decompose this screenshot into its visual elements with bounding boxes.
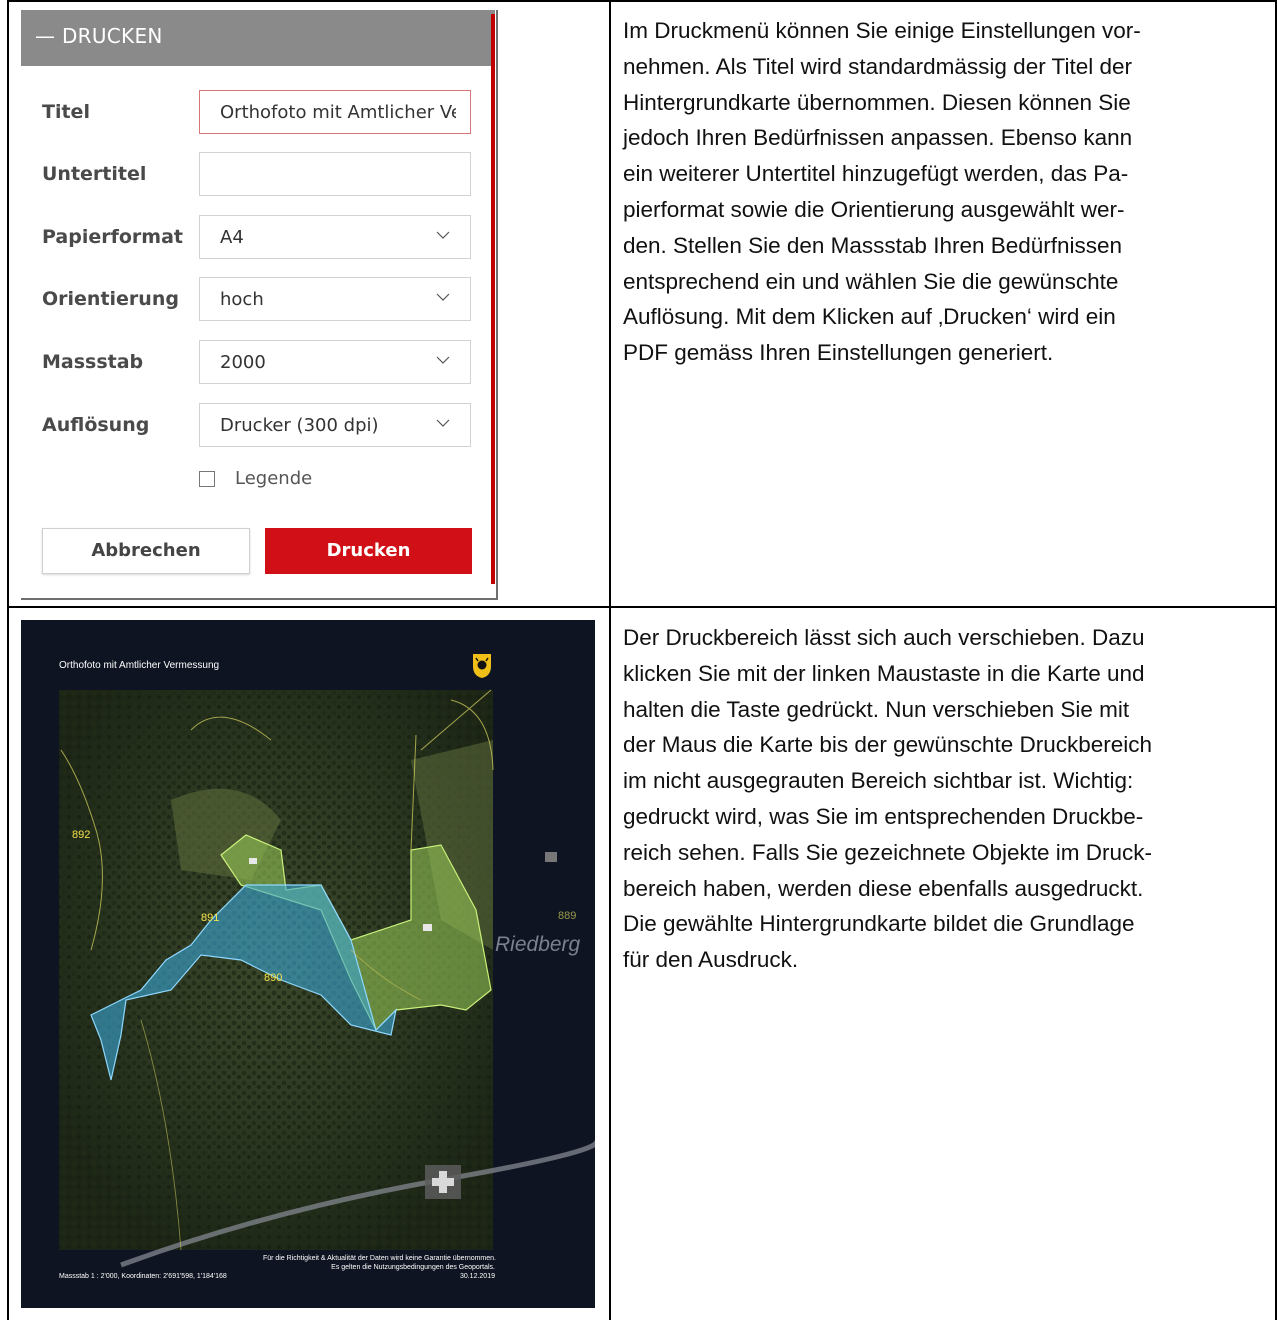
scale-value: 2000 (220, 352, 266, 373)
map-date: 30.12.2019 (459, 1273, 495, 1280)
text-line: gedruckt wird, was Sie im entsprechenden… (623, 803, 1144, 829)
table-border-left (7, 0, 9, 1320)
resolution-select[interactable]: Drucker (300 dpi) (199, 403, 471, 447)
panel-accent-bar (491, 14, 495, 584)
resolution-label: Auflösung (42, 414, 150, 436)
map-print-preview[interactable]: Orthofoto mit Amtlicher Vermessung 892 8… (21, 620, 595, 1308)
instructions-print-area: Der Druckbereich lässt sich auch verschi… (623, 620, 1255, 978)
table-border-center (609, 0, 611, 1320)
text-line: nehmen. Als Titel wird standardmässig de… (623, 53, 1132, 79)
print-panel: — DRUCKEN Titel Orthofoto mit Amtlicher … (21, 10, 498, 600)
print-panel-title: — DRUCKEN (35, 24, 163, 48)
subtitle-label: Untertitel (42, 163, 147, 185)
building-marker (545, 852, 557, 862)
title-input-value: Orthofoto mit Amtlicher Vermessung (220, 102, 456, 123)
paper-format-value: A4 (220, 227, 244, 248)
parcel-number-label: 891 (201, 912, 220, 924)
table-border-top (7, 0, 1277, 2)
title-input[interactable]: Orthofoto mit Amtlicher Vermessung (199, 90, 471, 134)
orientation-label: Orientierung (42, 288, 179, 310)
scale-select[interactable]: 2000 (199, 340, 471, 384)
map-disclaimer: Für die Richtigkeit & Aktualität der Dat… (262, 1255, 496, 1262)
chevron-down-icon (436, 231, 450, 239)
text-line: im nicht ausgegrauten Bereich sichtbar i… (623, 768, 1134, 794)
map-terms: Es gelten die Nutzungsbedingungen des Ge… (331, 1264, 495, 1271)
chevron-down-icon (436, 293, 450, 301)
text-line: Die gewählte Hintergrundkarte bildet die… (623, 911, 1135, 937)
map-scale-info: Massstab 1 : 2'000, Koordinaten: 2'691'5… (59, 1273, 227, 1280)
orientation-value: hoch (220, 289, 264, 310)
print-button[interactable]: Drucken (265, 528, 472, 574)
text-line: den. Stellen Sie den Massstab Ihren Bedü… (623, 232, 1123, 258)
parcel-number-label: 892 (72, 829, 91, 841)
text-line: PDF gemäss Ihren Einstellungen generiert… (623, 340, 1054, 366)
text-line: entsprechend ein und wählen Sie die gewü… (623, 268, 1119, 294)
text-line: klicken Sie mit der linken Maustaste in … (623, 660, 1145, 686)
chevron-down-icon (436, 356, 450, 364)
text-line: jedoch Ihren Bedürfnissen anpassen. Eben… (623, 125, 1133, 151)
legend-label: Legende (235, 468, 313, 489)
paper-format-label: Papierformat (42, 226, 183, 248)
table-border-middle (7, 606, 1277, 608)
chevron-down-icon (436, 419, 450, 427)
parcel-number-label: 889 (558, 910, 577, 922)
map-print-title: Orthofoto mit Amtlicher Vermessung (59, 660, 220, 671)
text-line: reich sehen. Falls Sie gezeichnete Objek… (623, 839, 1152, 865)
instructions-print-menu: Im Druckmenü können Sie einige Einstellu… (623, 13, 1255, 371)
parcel-number-label: 890 (264, 972, 283, 984)
coat-of-arms-icon (473, 654, 491, 678)
orientation-select[interactable]: hoch (199, 277, 471, 321)
text-line: pierformat sowie die Orientierung ausgew… (623, 196, 1125, 222)
text-line: halten die Taste gedrückt. Nun verschieb… (623, 696, 1130, 722)
legend-checkbox[interactable] (199, 471, 215, 487)
text-line: bereich haben, werden diese ebenfalls au… (623, 875, 1144, 901)
text-line: Auflösung. Mit dem Klicken auf ‚Drucken‘… (623, 304, 1116, 330)
text-line: Der Druckbereich lässt sich auch verschi… (623, 625, 1145, 650)
building-marker (249, 858, 257, 864)
resolution-value: Drucker (300 dpi) (220, 415, 379, 436)
paper-format-select[interactable]: A4 (199, 215, 471, 259)
cancel-button[interactable]: Abbrechen (42, 528, 250, 574)
text-line: für den Ausdruck. (623, 947, 799, 973)
scale-label: Massstab (42, 351, 144, 373)
place-name-label: Riedberg (495, 933, 581, 956)
text-line: ein weiterer Untertitel hinzugefügt werd… (623, 161, 1129, 187)
text-line: Hintergrundkarte übernommen. Diesen könn… (623, 89, 1131, 115)
subtitle-input[interactable] (199, 152, 471, 196)
orthophoto-map[interactable] (21, 620, 595, 1308)
text-line: Im Druckmenü können Sie einige Einstellu… (623, 18, 1141, 43)
print-panel-header[interactable]: — DRUCKEN (21, 10, 495, 66)
text-line: der Maus die Karte bis der gewünschte Dr… (623, 732, 1153, 758)
title-label: Titel (42, 101, 90, 123)
building-marker (423, 924, 432, 931)
